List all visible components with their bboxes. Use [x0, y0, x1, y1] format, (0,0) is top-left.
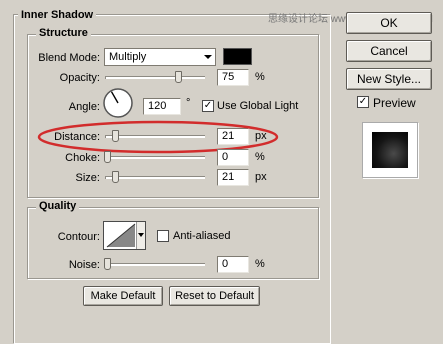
- opacity-unit: %: [255, 71, 265, 83]
- reset-to-default-button[interactable]: Reset to Default: [169, 286, 260, 306]
- choke-slider-track[interactable]: [105, 156, 205, 159]
- chevron-down-icon: [204, 55, 212, 59]
- new-style-button[interactable]: New Style...: [346, 68, 432, 90]
- angle-dial[interactable]: [102, 87, 134, 119]
- size-label: Size:: [75, 172, 100, 184]
- preview-label: Preview: [373, 96, 416, 110]
- choke-slider-thumb[interactable]: [104, 151, 111, 163]
- choke-unit: %: [255, 151, 265, 163]
- anti-aliased-label: Anti-aliased: [173, 230, 231, 242]
- ok-button[interactable]: OK: [346, 12, 432, 34]
- blend-mode-label: Blend Mode:: [38, 52, 100, 64]
- size-slider-thumb[interactable]: [111, 171, 119, 183]
- shadow-color-swatch[interactable]: [223, 48, 252, 65]
- noise-slider-track[interactable]: [105, 263, 205, 266]
- preview-swatch: [372, 132, 408, 168]
- blend-mode-value: Multiply: [109, 51, 147, 63]
- structure-title: Structure: [36, 27, 91, 39]
- panel-title: Inner Shadow: [18, 9, 97, 21]
- contour-curve-icon: [106, 223, 136, 248]
- noise-unit: %: [255, 258, 265, 270]
- contour-label: Contour:: [57, 231, 100, 243]
- choke-input[interactable]: 0: [217, 149, 249, 166]
- noise-label: Noise:: [68, 259, 100, 271]
- preview-checkbox[interactable]: ✓: [357, 96, 369, 108]
- noise-slider-thumb[interactable]: [104, 258, 111, 270]
- checkmark-icon: ✓: [203, 100, 213, 111]
- use-global-light-label: Use Global Light: [217, 100, 299, 112]
- contour-dropdown-button[interactable]: [136, 222, 145, 249]
- angle-label: Angle:: [68, 101, 100, 113]
- opacity-slider-thumb[interactable]: [174, 71, 182, 83]
- opacity-label: Opacity:: [59, 72, 100, 84]
- choke-label: Choke:: [65, 152, 100, 164]
- chevron-down-icon: [138, 233, 144, 237]
- quality-title: Quality: [36, 200, 80, 212]
- opacity-input[interactable]: 75: [217, 69, 249, 86]
- anti-aliased-checkbox[interactable]: [157, 230, 169, 242]
- angle-input[interactable]: 120: [143, 98, 181, 115]
- checkmark-icon: ✓: [358, 96, 368, 107]
- angle-unit: °: [186, 97, 191, 109]
- size-input[interactable]: 21: [217, 169, 249, 186]
- make-default-button[interactable]: Make Default: [83, 286, 163, 306]
- size-unit: px: [255, 171, 267, 183]
- size-slider-track[interactable]: [105, 176, 205, 179]
- contour-picker[interactable]: [103, 221, 146, 250]
- use-global-light-checkbox[interactable]: ✓: [202, 100, 214, 112]
- opacity-slider-track[interactable]: [105, 76, 205, 79]
- blend-mode-select[interactable]: Multiply: [104, 48, 216, 66]
- cancel-button[interactable]: Cancel: [346, 40, 432, 62]
- noise-input[interactable]: 0: [217, 256, 249, 273]
- preview-thumbnail: [362, 122, 418, 178]
